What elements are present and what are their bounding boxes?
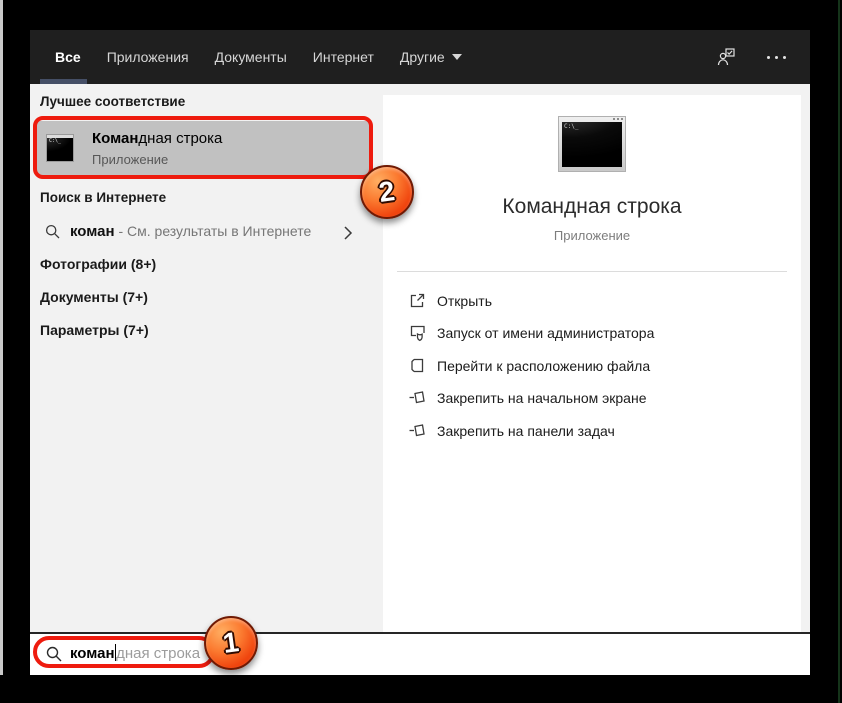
web-suggestion-row[interactable]: коман - См. результаты в Интернете <box>30 218 375 250</box>
tab-more-label: Другие <box>399 49 445 65</box>
cmd-icon-large: C:\_ <box>558 116 626 172</box>
action-pin-to-start[interactable]: Закрепить на начальном экране <box>383 382 801 414</box>
group-photos[interactable]: Фотографии (8+) <box>40 256 156 272</box>
screenshot-edge-artifact-right <box>838 0 840 703</box>
tab-documents[interactable]: Документы <box>215 49 287 65</box>
search-icon <box>44 223 62 241</box>
screenshot-edge-artifact-left <box>0 0 3 675</box>
web-search-header: Поиск в Интернете <box>40 190 167 205</box>
pin-icon <box>408 421 427 440</box>
action-label: Запуск от имени администратора <box>437 325 655 341</box>
chevron-down-icon <box>451 54 462 60</box>
tab-all[interactable]: Все <box>55 49 81 65</box>
action-open[interactable]: Открыть <box>383 285 801 317</box>
action-label: Перейти к расположению файла <box>437 358 651 374</box>
web-suggestion-text: коман - См. результаты в Интернете <box>70 223 312 240</box>
action-label: Закрепить на панели задач <box>437 423 615 439</box>
action-label: Закрепить на начальном экране <box>437 390 647 406</box>
action-open-file-location[interactable]: Перейти к расположению файла <box>383 350 801 382</box>
file-location-icon <box>408 356 427 375</box>
group-documents[interactable]: Документы (7+) <box>40 289 148 305</box>
best-match-header: Лучшее соответствие <box>40 94 186 109</box>
more-options-icon[interactable] <box>764 45 788 69</box>
tab-apps[interactable]: Приложения <box>107 49 189 65</box>
open-icon <box>408 291 427 310</box>
preview-app-title: Командная строка <box>502 195 682 218</box>
annotation-highlight-best-match <box>33 116 373 179</box>
action-label: Открыть <box>437 293 492 309</box>
search-filter-tabbar: Все Приложения Документы Интернет Другие <box>30 30 810 84</box>
chevron-right-icon[interactable] <box>343 225 353 241</box>
annotation-step-badge-1: 1 <box>204 616 258 670</box>
ellipsis-icon <box>766 55 786 59</box>
action-run-as-admin[interactable]: Запуск от имени администратора <box>383 317 801 349</box>
group-settings[interactable]: Параметры (7+) <box>40 322 149 338</box>
admin-shield-icon <box>408 323 427 342</box>
preview-divider <box>397 271 787 272</box>
user-feedback-icon[interactable] <box>714 45 738 69</box>
annotation-highlight-search-input <box>33 636 215 668</box>
annotation-step-badge-2: 2 <box>360 165 414 219</box>
preview-app-subtitle: Приложение <box>553 228 631 243</box>
preview-pane: C:\_ Командная строка Приложение Открыть <box>383 95 801 632</box>
tab-more[interactable]: Другие <box>400 49 462 65</box>
action-pin-to-taskbar[interactable]: Закрепить на панели задач <box>383 415 801 447</box>
tab-web[interactable]: Интернет <box>313 49 374 65</box>
pin-icon <box>408 388 427 407</box>
